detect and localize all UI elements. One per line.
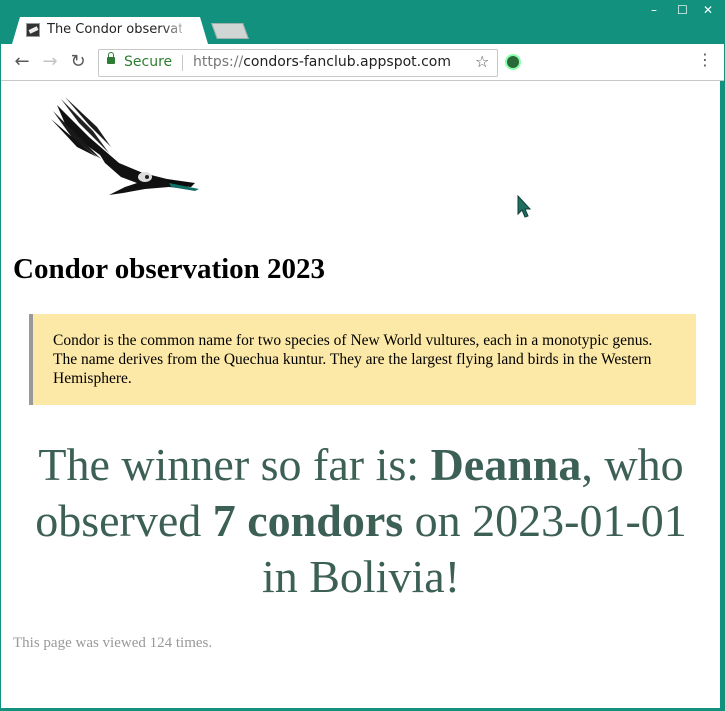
winner-prefix: The winner so far is: (38, 439, 431, 490)
close-window-icon[interactable]: ✕ (703, 3, 713, 17)
secure-label: Secure (124, 54, 173, 70)
divider (182, 55, 183, 71)
maximize-icon[interactable]: ☐ (677, 3, 688, 17)
minimize-icon[interactable]: – (651, 3, 657, 17)
url-prefix: https:// (193, 54, 244, 70)
page-content: Condor observation 2023 Condor is the co… (1, 81, 720, 708)
address-bar[interactable]: Secure https://condors-fanclub.appspot.c… (98, 49, 498, 77)
extension-icon[interactable] (505, 54, 521, 70)
page-title: Condor observation 2023 (13, 253, 326, 285)
tab-active[interactable]: The Condor observat (12, 17, 208, 44)
browser-window: The Condor observat – ☐ ✕ ← → ↻ Secure h… (0, 0, 725, 711)
star-icon[interactable]: ☆ (475, 52, 489, 71)
info-text: Condor is the common name for two specie… (53, 332, 653, 387)
back-arrow-icon[interactable]: ← (11, 51, 33, 73)
lock-icon (107, 52, 115, 64)
tab-strip: The Condor observat – ☐ ✕ (0, 0, 725, 44)
browser-toolbar: ← → ↻ Secure https://condors-fanclub.app… (1, 44, 724, 81)
info-callout: Condor is the common name for two specie… (29, 314, 696, 405)
url-text[interactable]: https://condors-fanclub.appspot.com (193, 54, 451, 70)
mouse-cursor-icon (517, 195, 531, 218)
forward-arrow-icon[interactable]: → (39, 51, 61, 73)
condor-favicon-icon (26, 23, 40, 37)
winner-name: Deanna (430, 439, 582, 490)
reload-icon[interactable]: ↻ (67, 51, 89, 73)
view-counter: This page was viewed 124 times. (13, 635, 213, 651)
winner-announcement: The winner so far is: Deanna, who observ… (21, 437, 701, 605)
url-host: condors-fanclub.appspot.com (243, 54, 451, 70)
new-tab-button[interactable] (211, 23, 249, 39)
condor-logo-image (51, 97, 199, 195)
kebab-menu-icon[interactable]: ⋮ (697, 50, 713, 69)
winner-count: 7 condors (212, 495, 404, 546)
